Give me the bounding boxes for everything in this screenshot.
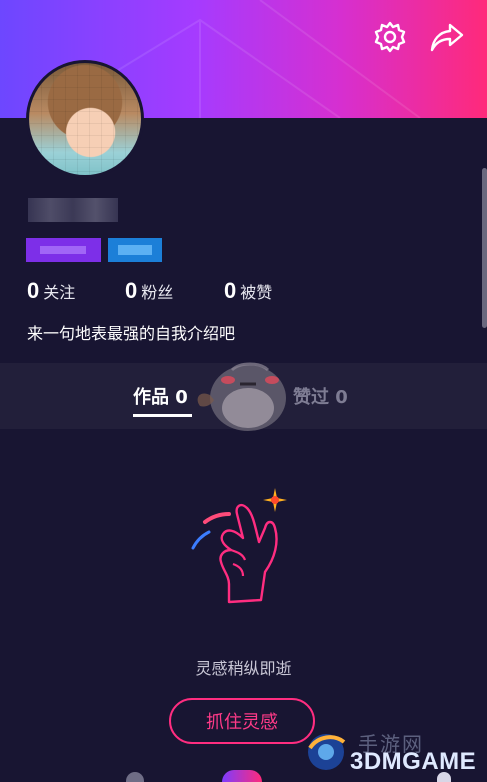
- avatar-pixelation: [29, 63, 141, 175]
- share-arrow-icon: [430, 23, 464, 52]
- profile-bio[interactable]: 来一句地表最强的自我介绍吧: [27, 320, 235, 344]
- share-button[interactable]: [428, 18, 466, 56]
- capture-inspiration-button[interactable]: 抓住灵感: [169, 698, 315, 744]
- nav-item-peek[interactable]: [437, 772, 451, 782]
- bottom-nav-peek: [0, 770, 487, 782]
- followers-stat[interactable]: 0 粉丝: [125, 278, 173, 304]
- likes-stat[interactable]: 0 被赞: [224, 278, 272, 304]
- nav-item-peek[interactable]: [126, 772, 144, 782]
- level-badge[interactable]: [26, 238, 101, 262]
- nav-create-button-peek[interactable]: [222, 770, 262, 782]
- vip-badge[interactable]: [108, 238, 162, 262]
- snap-fingers-hand-icon: [191, 488, 287, 604]
- likes-label: 被赞: [240, 283, 273, 302]
- active-tab-indicator: [133, 414, 192, 417]
- following-count: 0: [27, 278, 40, 303]
- following-stat[interactable]: 0 关注: [27, 278, 75, 304]
- tab-works[interactable]: 作品 0: [133, 383, 188, 409]
- mascot-overlay-icon: [197, 362, 286, 431]
- settings-button[interactable]: [371, 18, 409, 56]
- likes-count: 0: [224, 278, 237, 303]
- scrollbar[interactable]: [482, 168, 487, 328]
- empty-state-message: 灵感稍纵即逝: [195, 659, 292, 678]
- following-label: 关注: [43, 283, 76, 302]
- gear-icon: [374, 21, 406, 53]
- username-redacted: [28, 198, 118, 222]
- watermark-logo-icon: [308, 734, 346, 770]
- followers-label: 粉丝: [141, 283, 174, 302]
- tab-liked[interactable]: 赞过 0: [293, 383, 348, 409]
- followers-count: 0: [125, 278, 138, 303]
- profile-stats: 0 关注 0 粉丝 0 被赞: [0, 278, 487, 306]
- avatar[interactable]: [26, 60, 144, 178]
